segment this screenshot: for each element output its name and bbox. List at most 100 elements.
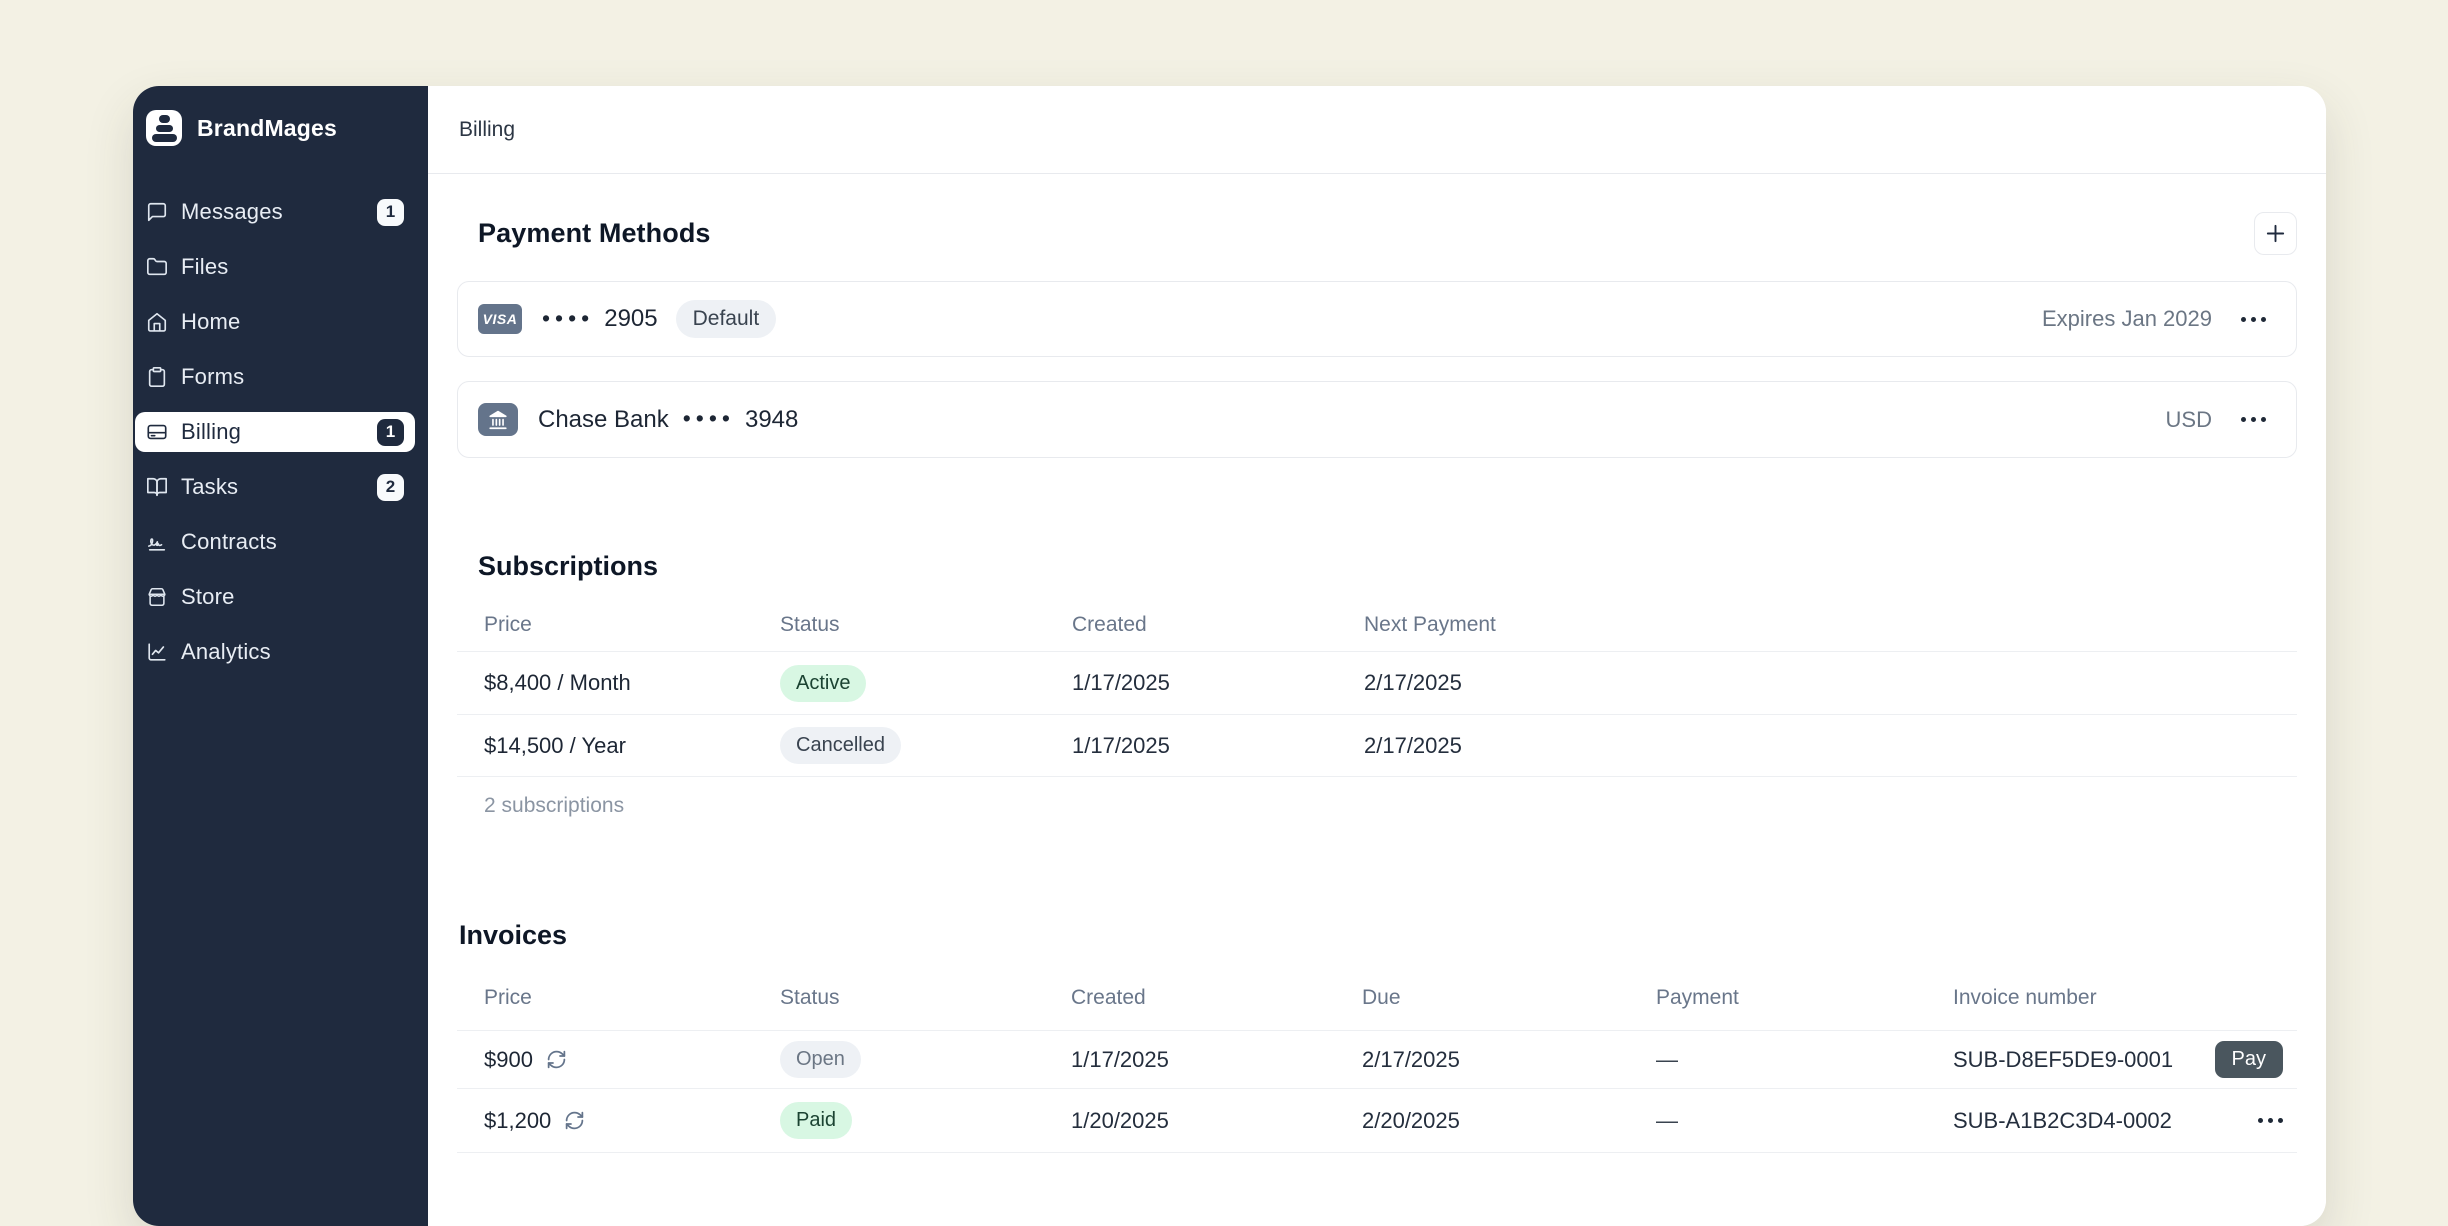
app-window: BrandMages Messages 1 Files Home Forms B… bbox=[133, 86, 2326, 1226]
sidebar-item-files[interactable]: Files bbox=[135, 247, 415, 287]
bank-name: Chase Bank bbox=[538, 405, 669, 433]
bank-icon bbox=[478, 403, 518, 436]
invoice-row[interactable]: $900 Open 1/17/2025 2/17/2025 — SUB-D8EF… bbox=[457, 1031, 2297, 1089]
bank-account: Chase Bank •••• 3948 bbox=[538, 405, 799, 434]
sidebar-item-label: Files bbox=[181, 254, 229, 279]
column-header-invoice-number: Invoice number bbox=[1953, 985, 2097, 1009]
sidebar-item-home[interactable]: Home bbox=[135, 302, 415, 342]
invoice-payment: — bbox=[1656, 1046, 1678, 1072]
sidebar-item-billing[interactable]: Billing 1 bbox=[135, 412, 415, 452]
card-number: •••• 2905 bbox=[542, 305, 658, 333]
folder-icon bbox=[147, 257, 167, 276]
invoice-due: 2/20/2025 bbox=[1362, 1107, 1460, 1133]
invoice-price: $900 bbox=[484, 1046, 533, 1072]
subscriptions-count: 2 subscriptions bbox=[484, 794, 625, 817]
plus-icon bbox=[2266, 224, 2285, 242]
masked-digits: •••• bbox=[682, 405, 735, 431]
breadcrumb: Billing bbox=[459, 117, 516, 141]
invoice-number: SUB-D8EF5DE9-0001 bbox=[1953, 1046, 2174, 1072]
invoice-number: SUB-A1B2C3D4-0002 bbox=[1953, 1107, 2172, 1133]
invoices-title: Invoices bbox=[459, 920, 568, 950]
status-badge: Open bbox=[780, 1041, 861, 1078]
account-currency: USD bbox=[2165, 406, 2212, 432]
message-icon bbox=[147, 202, 167, 222]
sidebar-item-label: Forms bbox=[181, 364, 245, 389]
account-last4: 3948 bbox=[744, 405, 799, 433]
tasks-count-badge: 2 bbox=[377, 473, 404, 501]
sidebar-item-messages[interactable]: Messages 1 bbox=[135, 192, 415, 232]
brand: BrandMages bbox=[146, 110, 415, 146]
chart-line-icon bbox=[148, 643, 166, 661]
book-open-icon bbox=[147, 477, 167, 497]
credit-card-icon bbox=[147, 424, 167, 440]
sidebar-item-label: Messages bbox=[181, 199, 283, 224]
sidebar-item-label: Tasks bbox=[181, 474, 239, 499]
subscriptions-table-header: Price Status Created Next Payment bbox=[457, 598, 2297, 652]
topbar: Billing bbox=[428, 86, 2326, 174]
store-icon bbox=[148, 587, 166, 607]
sidebar: BrandMages Messages 1 Files Home Forms B… bbox=[133, 86, 428, 1226]
payment-method-card: Chase Bank •••• 3948 USD bbox=[457, 381, 2297, 458]
billing-content: Payment Methods VISA •••• 2905 Default E… bbox=[428, 174, 2326, 1226]
sidebar-item-label: Contracts bbox=[181, 529, 277, 554]
invoice-menu-icon[interactable] bbox=[2258, 1118, 2283, 1123]
subscriptions-title: Subscriptions bbox=[478, 551, 659, 581]
sidebar-item-label: Home bbox=[181, 309, 241, 334]
column-header-created: Created bbox=[1072, 612, 1147, 636]
recurring-icon bbox=[566, 1111, 584, 1130]
status-badge: Active bbox=[780, 664, 867, 702]
pay-button[interactable]: Pay bbox=[2214, 1041, 2283, 1078]
card-menu-icon[interactable] bbox=[2241, 316, 2266, 322]
invoice-created: 1/17/2025 bbox=[1071, 1046, 1169, 1072]
status-badge: Paid bbox=[780, 1102, 853, 1139]
invoices-table-header: Price Status Created Due Payment Invoice… bbox=[457, 965, 2297, 1031]
recurring-icon bbox=[547, 1050, 566, 1069]
invoice-payment: — bbox=[1656, 1107, 1678, 1133]
invoice-price: $1,200 bbox=[484, 1107, 552, 1133]
sidebar-item-tasks[interactable]: Tasks 2 bbox=[135, 467, 415, 507]
default-badge: Default bbox=[675, 300, 777, 338]
subscription-created: 1/17/2025 bbox=[1072, 732, 1170, 758]
masked-digits: •••• bbox=[542, 304, 595, 331]
column-header-created: Created bbox=[1071, 985, 1146, 1009]
subscription-row[interactable]: $8,400 / Month Active 1/17/2025 2/17/202… bbox=[457, 652, 2297, 715]
visa-logo-icon: VISA bbox=[478, 304, 522, 334]
brand-logo-icon bbox=[146, 110, 182, 146]
column-header-next-payment: Next Payment bbox=[1364, 612, 1496, 636]
billing-count-badge: 1 bbox=[377, 418, 404, 446]
sidebar-item-label: Billing bbox=[181, 419, 242, 444]
card-last4: 2905 bbox=[604, 305, 658, 332]
sidebar-item-analytics[interactable]: Analytics bbox=[135, 632, 415, 672]
card-menu-icon[interactable] bbox=[2241, 417, 2266, 422]
subscription-price: $8,400 / Month bbox=[484, 670, 631, 695]
sidebar-nav: Messages 1 Files Home Forms Billing 1 Ta… bbox=[135, 192, 415, 687]
main-panel: Billing Payment Methods VISA •••• 2905 D… bbox=[428, 86, 2326, 1226]
sidebar-item-store[interactable]: Store bbox=[135, 577, 415, 617]
subscription-next-payment: 2/17/2025 bbox=[1364, 732, 1462, 758]
payment-methods-title: Payment Methods bbox=[478, 217, 711, 248]
sidebar-item-label: Analytics bbox=[181, 639, 271, 664]
add-payment-method-button[interactable] bbox=[2254, 211, 2297, 255]
messages-count-badge: 1 bbox=[377, 198, 404, 226]
status-badge: Cancelled bbox=[780, 727, 901, 764]
signature-icon bbox=[147, 538, 166, 551]
sidebar-item-contracts[interactable]: Contracts bbox=[135, 522, 415, 562]
invoice-row[interactable]: $1,200 Paid 1/20/2025 2/20/2025 — SUB-A1… bbox=[457, 1089, 2297, 1153]
invoice-created: 1/20/2025 bbox=[1071, 1107, 1169, 1133]
card-expiry: Expires Jan 2029 bbox=[2042, 306, 2212, 331]
column-header-due: Due bbox=[1362, 985, 1401, 1009]
sidebar-item-label: Store bbox=[181, 584, 235, 609]
column-header-price: Price bbox=[484, 985, 532, 1009]
brand-name: BrandMages bbox=[197, 114, 338, 141]
subscription-price: $14,500 / Year bbox=[484, 732, 626, 758]
subscription-created: 1/17/2025 bbox=[1072, 670, 1170, 695]
clipboard-icon bbox=[148, 367, 166, 387]
column-header-status: Status bbox=[780, 612, 840, 636]
subscription-row[interactable]: $14,500 / Year Cancelled 1/17/2025 2/17/… bbox=[457, 715, 2297, 777]
column-header-status: Status bbox=[780, 985, 840, 1009]
sidebar-item-forms[interactable]: Forms bbox=[135, 357, 415, 397]
payment-method-card: VISA •••• 2905 Default Expires Jan 2029 bbox=[457, 281, 2297, 357]
column-header-price: Price bbox=[484, 612, 532, 636]
home-icon bbox=[147, 312, 167, 332]
payment-methods-header: Payment Methods bbox=[457, 211, 2297, 255]
